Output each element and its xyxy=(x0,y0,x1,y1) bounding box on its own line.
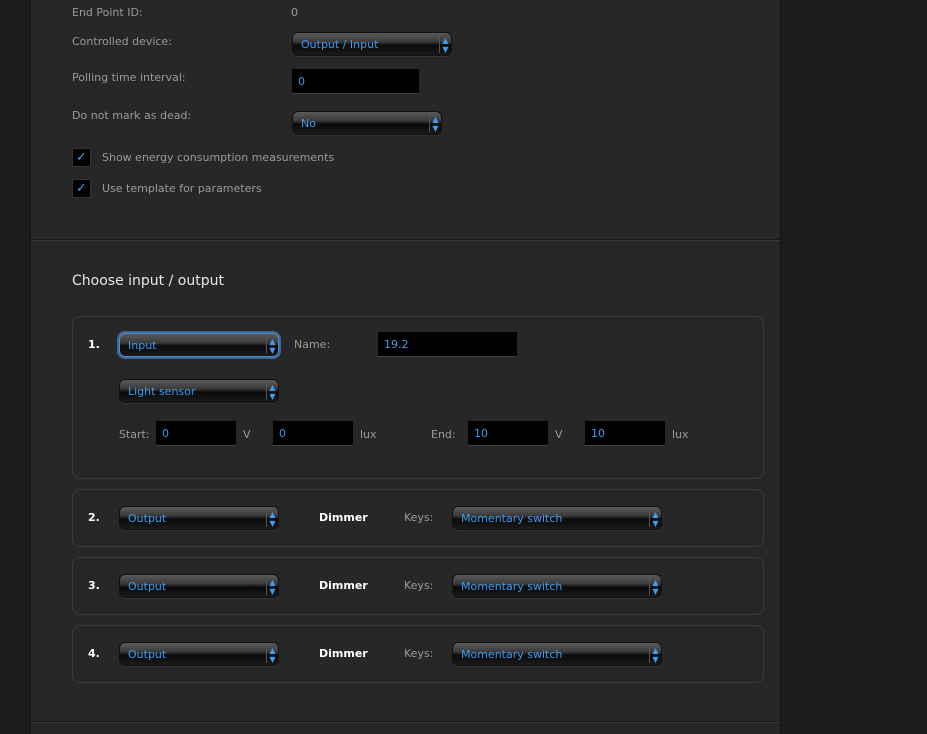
start-label: Start: xyxy=(119,428,150,441)
channel-1: 1. Input ▲ ▼ Name: 19.2 Light sensor ▲ ▼ Sta… xyxy=(72,316,764,479)
select-arrows-icon: ▲ ▼ xyxy=(266,382,278,401)
end-label: End: xyxy=(431,428,456,441)
channel-type-select[interactable]: Output ▲ ▼ xyxy=(119,506,279,530)
section-title: Choose input / output xyxy=(72,273,224,289)
check-icon: ✓ xyxy=(76,181,87,196)
select-value: Light sensor xyxy=(128,385,196,398)
unit-lux: lux xyxy=(672,428,689,441)
channel-type-select[interactable]: Output ▲ ▼ xyxy=(119,574,279,598)
unit-v: V xyxy=(243,428,251,441)
unit-v: V xyxy=(555,428,563,441)
channel-3: 3. Output ▲ ▼ Dimmer Keys: Momentary switc… xyxy=(72,557,764,615)
select-arrows-icon: ▲ ▼ xyxy=(266,336,278,355)
select-arrows-icon: ▲ ▼ xyxy=(649,645,661,664)
end-v-input[interactable]: 10 xyxy=(468,421,548,446)
select-arrows-icon: ▲ ▼ xyxy=(649,577,661,596)
dead-select[interactable]: No ▲ ▼ xyxy=(292,111,442,135)
end-lux-input[interactable]: 10 xyxy=(585,421,665,446)
channel-kind: Dimmer xyxy=(319,511,368,524)
select-value: Output xyxy=(128,648,167,661)
channel-kind: Dimmer xyxy=(319,579,368,592)
check-icon: ✓ xyxy=(76,150,87,165)
channel-number: 4. xyxy=(88,647,100,660)
keys-label: Keys: xyxy=(404,579,434,592)
select-value: Output xyxy=(128,580,167,593)
controlled-device-label: Controlled device: xyxy=(72,35,172,48)
select-value: Output xyxy=(128,512,167,525)
channel-kind: Dimmer xyxy=(319,647,368,660)
template-checkbox[interactable]: ✓ xyxy=(72,179,91,198)
channel-number: 2. xyxy=(88,511,100,524)
select-value: Output / Input xyxy=(301,38,379,51)
keys-select[interactable]: Momentary switch ▲ ▼ xyxy=(452,574,662,598)
controlled-device-select[interactable]: Output / Input ▲ ▼ xyxy=(292,32,452,56)
energy-label: Show energy consumption measurements xyxy=(102,151,335,164)
select-value: Input xyxy=(128,339,157,352)
select-value: Momentary switch xyxy=(461,580,563,593)
keys-select[interactable]: Momentary switch ▲ ▼ xyxy=(452,642,662,666)
select-arrows-icon: ▲ ▼ xyxy=(266,509,278,528)
divider xyxy=(31,721,780,723)
select-arrows-icon: ▲ ▼ xyxy=(266,645,278,664)
select-value: Momentary switch xyxy=(461,512,563,525)
channel-type-select[interactable]: Input ▲ ▼ xyxy=(119,333,279,357)
device-settings-panel: End Point ID: 0 Controlled device: Outpu… xyxy=(30,0,781,734)
polling-input[interactable]: 0 xyxy=(292,69,419,94)
end-point-label: End Point ID: xyxy=(72,6,143,19)
divider xyxy=(31,239,780,241)
select-arrows-icon: ▲ ▼ xyxy=(266,577,278,596)
select-value: No xyxy=(301,117,316,130)
energy-checkbox[interactable]: ✓ xyxy=(72,148,91,167)
channel-4: 4. Output ▲ ▼ Dimmer Keys: Momentary switc… xyxy=(72,625,764,683)
name-label: Name: xyxy=(294,338,331,351)
polling-label: Polling time interval: xyxy=(72,71,186,84)
name-input[interactable]: 19.2 xyxy=(378,332,517,357)
unit-lux: lux xyxy=(360,428,377,441)
keys-label: Keys: xyxy=(404,647,434,660)
dead-label: Do not mark as dead: xyxy=(72,109,192,122)
select-arrows-icon: ▲ ▼ xyxy=(439,35,451,54)
template-label: Use template for parameters xyxy=(102,182,262,195)
select-value: Momentary switch xyxy=(461,648,563,661)
sensor-select[interactable]: Light sensor ▲ ▼ xyxy=(119,379,279,403)
channel-2: 2. Output ▲ ▼ Dimmer Keys: Momentary switc… xyxy=(72,489,764,547)
channel-number: 3. xyxy=(88,579,100,592)
keys-label: Keys: xyxy=(404,511,434,524)
start-lux-input[interactable]: 0 xyxy=(273,421,353,446)
keys-select[interactable]: Momentary switch ▲ ▼ xyxy=(452,506,662,530)
channel-type-select[interactable]: Output ▲ ▼ xyxy=(119,642,279,666)
start-v-input[interactable]: 0 xyxy=(156,421,236,446)
end-point-value: 0 xyxy=(291,6,298,19)
select-arrows-icon: ▲ ▼ xyxy=(429,114,441,133)
channel-number: 1. xyxy=(88,338,100,351)
select-arrows-icon: ▲ ▼ xyxy=(649,509,661,528)
